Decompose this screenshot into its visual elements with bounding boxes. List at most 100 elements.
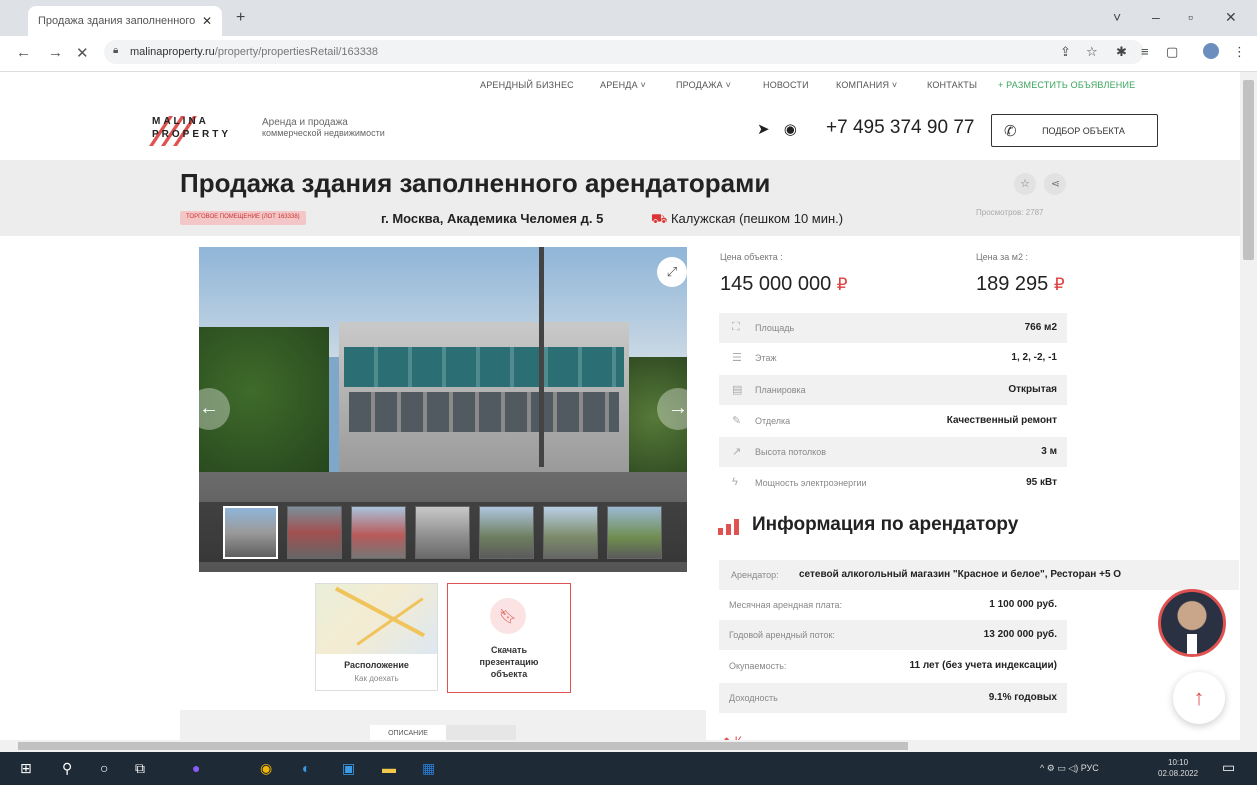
edge-icon[interactable]: ◐ (302, 760, 310, 776)
chrome-icon[interactable]: ◉ (260, 760, 272, 777)
browser-tab[interactable]: Продажа здания заполненного ✕ (28, 6, 222, 36)
bookmark-star-icon[interactable]: ☆ (1086, 44, 1098, 60)
telegram-icon[interactable]: ➤ (757, 121, 770, 138)
directions-link[interactable]: Как доехать (316, 674, 437, 683)
tab-secondary[interactable] (446, 725, 516, 740)
fullscreen-expand-icon[interactable]: ⤢ (657, 257, 687, 287)
tenant-info-label: Годовой арендный поток: (729, 630, 835, 640)
forward-icon[interactable]: → (48, 44, 63, 61)
tab-search-icon[interactable]: ˅ (1113, 9, 1121, 25)
menu-icon[interactable]: ⋮ (1233, 44, 1246, 60)
nav-item-rental-business[interactable]: АРЕНДНЫЙ БИЗНЕС (480, 80, 574, 90)
tab-close-icon[interactable]: ✕ (202, 14, 212, 28)
cortana-icon[interactable]: ○ (100, 760, 108, 776)
download-presentation-label: Скачать презентацию объекта (449, 644, 569, 680)
pick-object-button[interactable]: ✆ ПОДБОР ОБЪЕКТА (991, 114, 1158, 147)
finish-icon: ✎ (732, 415, 742, 427)
nav-item-rent[interactable]: АРЕНДА ˅ (600, 80, 646, 90)
photo-building-windows (344, 347, 624, 387)
tenant-info-row: Окупаемость: 11 лет (без учета индексаци… (719, 651, 1067, 681)
pick-object-label: ПОДБОР ОБЪЕКТА (1042, 126, 1125, 136)
whatsapp-icon[interactable]: ◉ (784, 121, 797, 138)
m2-price: 189 295 ₽ (976, 273, 1065, 296)
spec-label: Отделка (755, 416, 791, 426)
spec-value: Открытая (1008, 384, 1057, 395)
nav-item-news[interactable]: НОВОСТИ (763, 80, 809, 90)
clock[interactable]: 10:10 02.08.2022 (1158, 757, 1198, 779)
spec-label: Этаж (755, 353, 777, 363)
metro-label: Калужская (пешком 10 мин.) (670, 211, 844, 226)
tenant-info-row: Годовой арендный поток: 13 200 000 руб. (719, 620, 1067, 650)
metro-icon: ⛟ (651, 211, 668, 226)
phone-number[interactable]: +7 495 374 90 77 (826, 117, 974, 139)
favorite-star-icon[interactable]: ☆ (1014, 173, 1036, 195)
horizontal-scrollbar-thumb[interactable] (18, 742, 908, 750)
store-icon[interactable]: ▣ (342, 760, 355, 777)
task-view-icon[interactable]: ⧉ (135, 760, 145, 777)
thumbnail-1[interactable] (223, 506, 278, 559)
sidepanel-icon[interactable]: ▢ (1166, 44, 1178, 60)
nav-item-company[interactable]: КОМПАНИЯ ˅ (836, 80, 897, 90)
windows-start-icon[interactable]: ⊞ (20, 760, 32, 777)
bar-chart-icon (718, 519, 739, 535)
spec-value: 1, 2, -2, -1 (1011, 352, 1057, 363)
bookmark-icon: 🔖︎ (490, 598, 526, 634)
file-explorer-icon[interactable]: ▬ (382, 760, 396, 776)
manager-avatar[interactable] (1158, 589, 1226, 657)
thumbnail-3[interactable] (351, 506, 406, 559)
download-line-3: объекта (490, 669, 528, 679)
close-window-button[interactable]: ✕ (1225, 9, 1237, 26)
gallery-next-arrow-icon[interactable]: → (657, 388, 699, 430)
thumbnail-7[interactable] (607, 506, 662, 559)
extensions-icon[interactable]: ✱ (1116, 44, 1127, 60)
m2-price-value: 189 295 (976, 273, 1049, 295)
share-icon[interactable]: ⇪ (1060, 44, 1071, 60)
tenant-value: сетевой алкогольный магазин "Красное и б… (799, 569, 1122, 580)
scroll-to-top-arrow-icon[interactable]: ↑ (1173, 672, 1225, 724)
spec-label: Мощность электроэнергии (755, 478, 867, 488)
search-icon[interactable]: ⚲ (62, 760, 72, 777)
tenant-label: Арендатор: (731, 570, 779, 580)
vertical-scrollbar-thumb[interactable] (1243, 80, 1254, 260)
app-icon-purple[interactable]: ● (192, 760, 200, 776)
maximize-button[interactable]: ▫ (1188, 9, 1193, 25)
tenant-info-label: Доходность (729, 693, 778, 703)
thumbnail-2[interactable] (287, 506, 342, 559)
ruble-icon: ₽ (1053, 275, 1065, 294)
profile-avatar[interactable] (1203, 43, 1219, 59)
spec-label: Планировка (755, 385, 806, 395)
nav-item-sale[interactable]: ПРОДАЖА ˅ (676, 80, 731, 90)
spec-value: 95 кВт (1026, 477, 1057, 488)
tenant-info-value: 13 200 000 руб. (983, 629, 1057, 640)
thumbnail-5[interactable] (479, 506, 534, 559)
spec-row-area: ⛶ Площадь 766 м2 (719, 313, 1067, 343)
ruble-icon: ₽ (836, 275, 848, 294)
tab-title: Продажа здания заполненного (38, 15, 196, 27)
system-tray[interactable]: ^ ⚙ ▭ ◁) РУС (1040, 763, 1099, 774)
notifications-icon[interactable]: ▭ (1222, 759, 1235, 776)
spec-row-floor: ☰ Этаж 1, 2, -2, -1 (719, 343, 1067, 373)
nav-item-contacts[interactable]: КОНТАКТЫ (927, 80, 977, 90)
thumbnail-6[interactable] (543, 506, 598, 559)
tenant-heading: Информация по арендатору (752, 514, 1019, 535)
url-path: /property/propertiesRetail/163338 (214, 46, 379, 58)
gallery-prev-arrow-icon[interactable]: ← (188, 388, 230, 430)
minimize-button[interactable]: – (1152, 9, 1160, 25)
messenger-icons: ➤ ◉ (757, 120, 797, 138)
word-icon[interactable]: ▦ (422, 760, 435, 777)
thumbnail-4[interactable] (415, 506, 470, 559)
stop-icon[interactable]: ✕ (76, 44, 89, 62)
new-tab-button[interactable]: + (236, 9, 245, 27)
tab-description[interactable]: ОПИСАНИЕ (370, 725, 446, 740)
download-line-2: презентацию (479, 657, 539, 667)
reading-list-icon[interactable]: ≡ (1141, 44, 1149, 59)
share-icon[interactable]: ⋖ (1044, 173, 1067, 195)
back-icon[interactable]: ← (16, 44, 31, 61)
spec-row-layout: ▤ Планировка Открытая (719, 375, 1067, 405)
floor-icon: ☰ (732, 352, 742, 364)
url-input[interactable]: 🔒︎ malinaproperty.ru/property/properties… (104, 40, 1144, 64)
tenant-info-label: Окупаемость: (729, 661, 787, 671)
address: г. Москва, Академика Челомея д. 5 (381, 211, 604, 226)
post-listing-link[interactable]: + РАЗМЕСТИТЬ ОБЪЯВЛЕНИЕ (998, 80, 1135, 90)
avatar-shirt (1187, 634, 1197, 654)
